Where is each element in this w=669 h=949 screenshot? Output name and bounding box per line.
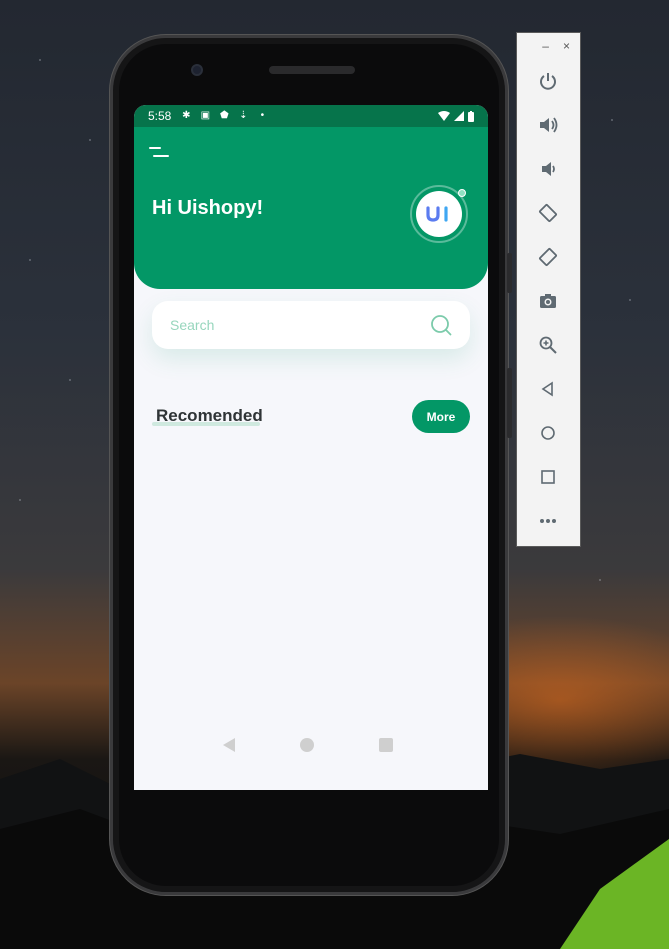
greeting-title: Hi Uishopy! [152,197,264,219]
signal-icon [454,111,464,121]
earpiece-speaker [269,66,355,74]
phone-frame: 5:58 ✱ ▣ ⬟ ⇣ • Hi Uishopy! Search Recome… [110,35,512,895]
front-camera [191,64,203,76]
ui-logo-icon [426,206,448,222]
power-icon [540,73,556,90]
emulator-window-controls: – × [517,33,580,59]
search-icon[interactable] [430,314,452,336]
a-status-icon: ▣ [200,110,211,121]
volume-up-icon [540,117,558,133]
back-button[interactable] [535,376,561,402]
power-button[interactable] [535,68,561,94]
settings-status-icon: ✱ [182,110,191,121]
menu-icon[interactable] [147,145,171,161]
search-bar [152,301,470,349]
volume-down-button[interactable] [535,156,561,182]
volume-up-button[interactable] [535,112,561,138]
back-icon [541,381,553,397]
zoom-icon [539,336,557,354]
rotate-left-icon [539,204,557,222]
more-icon [540,519,556,523]
wifi-icon [438,111,450,121]
more-button[interactable]: More [412,400,470,433]
avatar-logo [416,191,462,237]
close-button[interactable]: × [563,39,570,53]
rotate-left-button[interactable] [535,200,561,226]
overview-button[interactable] [535,464,561,490]
camera-icon [540,294,556,308]
battery-icon [468,110,474,122]
search-input[interactable] [170,317,430,333]
more-options-button[interactable] [535,508,561,534]
overview-icon [541,470,555,484]
status-bar: 5:58 ✱ ▣ ⬟ ⇣ • [134,105,488,127]
download-status-icon: ⇣ [239,110,248,121]
android-nav-bar [131,723,485,767]
minimize-button[interactable]: – [542,39,549,53]
dot-status-icon: • [260,110,265,121]
home-button[interactable] [535,420,561,446]
zoom-button[interactable] [535,332,561,358]
rotate-right-button[interactable] [535,244,561,270]
nav-home-icon[interactable] [299,738,314,752]
section-title: Recomended [156,406,263,425]
shield-status-icon: ⬟ [220,110,229,121]
nav-back-icon[interactable] [223,738,236,752]
emulator-toolbar: – × [516,32,581,547]
rotate-right-icon [539,248,557,266]
power-side-button [507,253,512,293]
screenshot-button[interactable] [535,288,561,314]
volume-side-button [507,368,512,438]
avatar[interactable] [410,185,468,243]
app-screen: 5:58 ✱ ▣ ⬟ ⇣ • Hi Uishopy! Search Recome… [134,105,488,790]
status-time: 5:58 [148,109,172,123]
header-banner: Hi Uishopy! [134,127,488,289]
nav-recents-icon[interactable] [378,738,393,752]
home-icon [541,426,555,440]
volume-down-icon [542,162,555,176]
online-indicator [458,189,466,197]
